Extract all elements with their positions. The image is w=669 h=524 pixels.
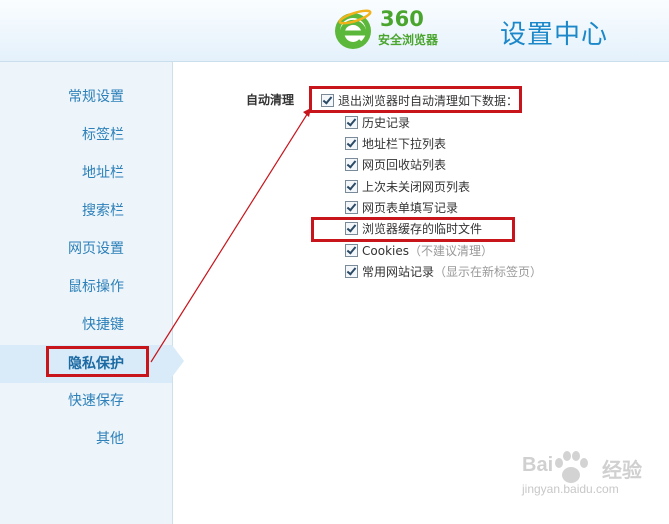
checkbox-form-records[interactable]: 网页表单填写记录 [345,199,458,217]
annotation-box-main-option [309,86,522,113]
watermark-brand-cn: 经验 [602,458,642,482]
checkbox-checked-icon[interactable] [345,201,358,214]
checkbox-note: （不建议清理） [408,244,493,258]
checkbox-note: （显示在新标签页） [434,265,543,279]
checkbox-checked-icon[interactable] [345,180,358,193]
section-label-auto-clean: 自动清理 [246,93,295,107]
sidebar-item-shortcuts[interactable]: 快捷键 [0,306,172,344]
active-item-pointer [172,345,184,377]
annotation-box-privacy [46,346,149,377]
checkbox-unclosed-pages[interactable]: 上次未关闭网页列表 [345,178,470,196]
sidebar-item-quick-save[interactable]: 快速保存 [0,382,172,420]
browser-logo-icon [335,9,372,49]
sidebar-item-mouse[interactable]: 鼠标操作 [0,268,172,306]
checkbox-checked-icon[interactable] [345,158,358,171]
checkbox-label: 上次未关闭网页列表 [362,180,471,194]
sidebar-item-tabs[interactable]: 标签栏 [0,116,172,154]
page-title: 设置中心 [500,20,609,50]
checkbox-checked-icon[interactable] [345,116,358,129]
watermark: Bai 经验 jingyan.baidu.com [522,448,662,514]
checkbox-checked-icon[interactable] [345,244,358,257]
checkbox-history[interactable]: 历史记录 [345,114,410,132]
annotation-box-temp-files [311,217,515,242]
checkbox-label: 历史记录 [362,116,411,130]
checkbox-address-dropdown[interactable]: 地址栏下拉列表 [345,135,446,153]
header-bar: 360 安全浏览器 设置中心 [0,0,669,62]
checkbox-label: Cookies [362,244,409,258]
logo-name: 安全浏览器 [378,33,439,47]
checkbox-cookies[interactable]: Cookies（不建议清理） [345,242,493,260]
checkbox-label: 常用网站记录 [362,265,435,279]
sidebar-item-general[interactable]: 常规设置 [0,78,172,116]
sidebar: 常规设置 标签栏 地址栏 搜索栏 网页设置 鼠标操作 快捷键 隐私保护 快速保存… [0,62,172,524]
checkbox-label: 网页回收站列表 [362,158,447,172]
checkbox-recycle-bin[interactable]: 网页回收站列表 [345,156,446,174]
checkbox-checked-icon[interactable] [345,137,358,150]
checkbox-frequent-sites[interactable]: 常用网站记录（显示在新标签页） [345,263,542,281]
checkbox-label: 地址栏下拉列表 [362,137,447,151]
sidebar-divider [172,62,173,524]
sidebar-item-web-settings[interactable]: 网页设置 [0,230,172,268]
logo-number: 360 [380,7,424,31]
sidebar-item-address-bar[interactable]: 地址栏 [0,154,172,192]
watermark-url: jingyan.baidu.com [522,482,619,496]
sidebar-item-other[interactable]: 其他 [0,420,172,458]
checkbox-label: 网页表单填写记录 [362,201,459,215]
sidebar-item-search-bar[interactable]: 搜索栏 [0,192,172,230]
checkbox-checked-icon[interactable] [345,265,358,278]
